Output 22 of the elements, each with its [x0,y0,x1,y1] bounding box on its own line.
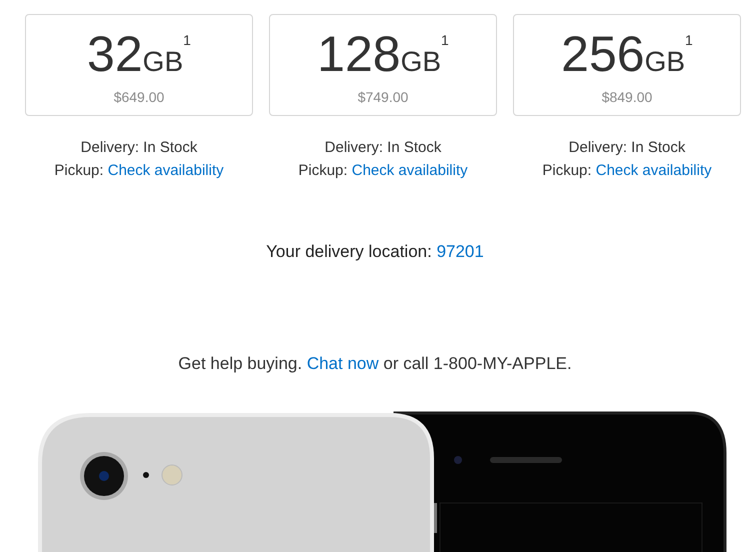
price: $849.00 [602,88,652,107]
pickup-status: Pickup: Check availability [542,161,712,181]
check-availability-link[interactable]: Check availability [108,162,224,179]
help-text: Get help buying. Chat now or call 1-800-MY-APPLE. [178,352,572,374]
delivery-location: Your delivery location: 97201 [266,241,484,263]
storage-option-card[interactable]: 256GB 1 $849.00 [513,14,741,116]
storage-option-card[interactable]: 32GB 1 $649.00 [25,14,253,116]
delivery-status: Delivery: In Stock [324,138,442,158]
zip-code-link[interactable]: 97201 [436,242,484,261]
delivery-status: Delivery: In Stock [80,138,198,158]
check-availability-link[interactable]: Check availability [596,162,712,179]
price: $649.00 [114,88,164,107]
pickup-status: Pickup: Check availability [298,161,468,181]
chat-now-link[interactable]: Chat now [306,354,379,372]
storage-capacity: 32GB 1 [87,29,191,79]
price: $749.00 [358,88,408,107]
storage-option-card[interactable]: 128GB 1 $749.00 [269,14,497,116]
storage-capacity: 256GB 1 [561,29,693,79]
storage-capacity: 128GB 1 [317,29,449,79]
check-availability-link[interactable]: Check availability [352,162,468,179]
pickup-status: Pickup: Check availability [54,161,224,181]
delivery-status: Delivery: In Stock [568,138,686,158]
